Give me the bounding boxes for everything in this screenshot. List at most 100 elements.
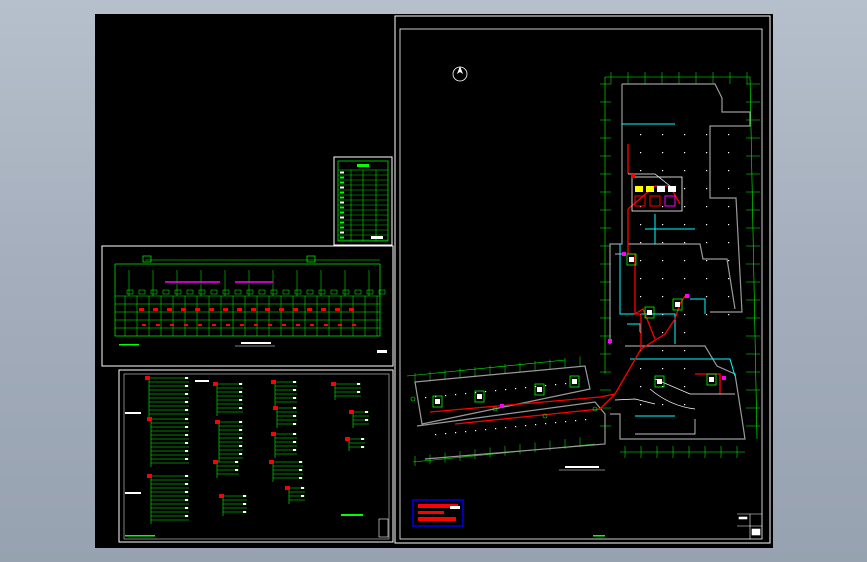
table-cell [340, 231, 344, 234]
system-red-device [181, 308, 186, 311]
wiring-label [195, 380, 209, 382]
drawing-canvas[interactable] [95, 14, 773, 548]
north-arrow-icon [452, 66, 468, 82]
wiring-terminal [293, 441, 296, 443]
floor-plan-sheet[interactable] [394, 15, 771, 544]
wiring-terminal [299, 469, 302, 471]
wiring-diagrams-sheet[interactable] [118, 369, 394, 543]
grid-dot [475, 430, 477, 432]
wiring-terminal [235, 469, 238, 471]
system-red-device [237, 308, 242, 311]
system-device [294, 289, 302, 295]
grid-dot [662, 224, 664, 226]
wiring-terminal [293, 397, 296, 399]
equipment-core [435, 399, 440, 404]
grid-dot [495, 390, 497, 392]
wiring-terminal [243, 503, 246, 505]
wiring-terminal [357, 383, 360, 385]
sheet-stamp [377, 350, 387, 353]
grid-dot [555, 384, 557, 386]
wiring-terminal [239, 421, 242, 423]
system-red-device [226, 324, 230, 326]
system-red-device [240, 324, 244, 326]
grid-dot [684, 242, 686, 244]
system-diagram-sheet[interactable] [101, 245, 394, 367]
system-device [234, 289, 242, 295]
magenta-accents [500, 252, 726, 408]
wiring-terminal [301, 487, 304, 489]
grid-dot [640, 152, 642, 154]
grid-dot [640, 296, 642, 298]
wiring-caption [341, 514, 363, 516]
grid-dot [684, 350, 686, 352]
system-device [246, 289, 254, 295]
equipment-core [477, 394, 482, 399]
wiring-terminal [185, 458, 188, 460]
system-columns [124, 270, 386, 336]
grid-dot [485, 391, 487, 393]
wiring-terminal [301, 495, 304, 497]
wiring-terminal [293, 433, 296, 435]
system-red-device [223, 308, 228, 311]
grid-dot [640, 404, 642, 406]
system-red-device [251, 308, 256, 311]
wiring-terminal [185, 442, 188, 444]
grid-dot [706, 242, 708, 244]
system-red-device [282, 324, 286, 326]
wiring-breaker [271, 432, 276, 436]
system-red-device [310, 324, 314, 326]
grid-dot [505, 427, 507, 429]
wiring-breaker [271, 380, 276, 384]
grid-dot [585, 419, 587, 421]
grid-dot [662, 152, 664, 154]
grid-dot [435, 434, 437, 436]
wiring-terminal [357, 391, 360, 393]
plan-legend[interactable] [412, 499, 464, 527]
wiring-terminal [293, 415, 296, 417]
cad-drawing [101, 15, 771, 544]
grid-dot [640, 278, 642, 280]
wiring-terminal [293, 449, 296, 451]
system-red-device [184, 324, 188, 326]
equipment-table-sheet[interactable] [333, 156, 393, 246]
system-red-device [352, 324, 356, 326]
grid-dot [640, 386, 642, 388]
system-red-device [338, 324, 342, 326]
system-device [126, 289, 134, 295]
grid-dot [706, 170, 708, 172]
grid-dot [706, 206, 708, 208]
grid-dot [728, 170, 730, 172]
grid-dot [555, 422, 557, 424]
system-device [198, 289, 206, 295]
cyan-lines [619, 123, 736, 417]
system-red-device [265, 308, 270, 311]
wiring-terminal [185, 507, 188, 509]
wiring-breaker [273, 406, 278, 410]
system-red-device [268, 324, 272, 326]
grid-dot [515, 426, 517, 428]
grid-dot [684, 152, 686, 154]
dim-right [749, 76, 758, 440]
system-red-device [324, 324, 328, 326]
plan-caption [565, 466, 599, 468]
system-red-device [212, 324, 216, 326]
grid-dot [465, 393, 467, 395]
grid-dot [728, 188, 730, 190]
grid-dot [684, 170, 686, 172]
cad-viewport[interactable] [0, 0, 867, 562]
grid-dot [662, 332, 664, 334]
grid-dot [662, 134, 664, 136]
legend-line-2 [418, 517, 456, 521]
table-cell [340, 191, 344, 194]
wiring-breaker [147, 474, 152, 478]
wiring-terminal [239, 453, 242, 455]
grid-dot [445, 433, 447, 435]
system-red-device [153, 308, 158, 311]
grid-dot [662, 296, 664, 298]
system-device [222, 289, 230, 295]
system-red-device [209, 308, 214, 311]
equipment-core [629, 257, 634, 262]
wiring-terminal [185, 450, 188, 452]
grid-dot [640, 224, 642, 226]
system-device [354, 289, 362, 295]
